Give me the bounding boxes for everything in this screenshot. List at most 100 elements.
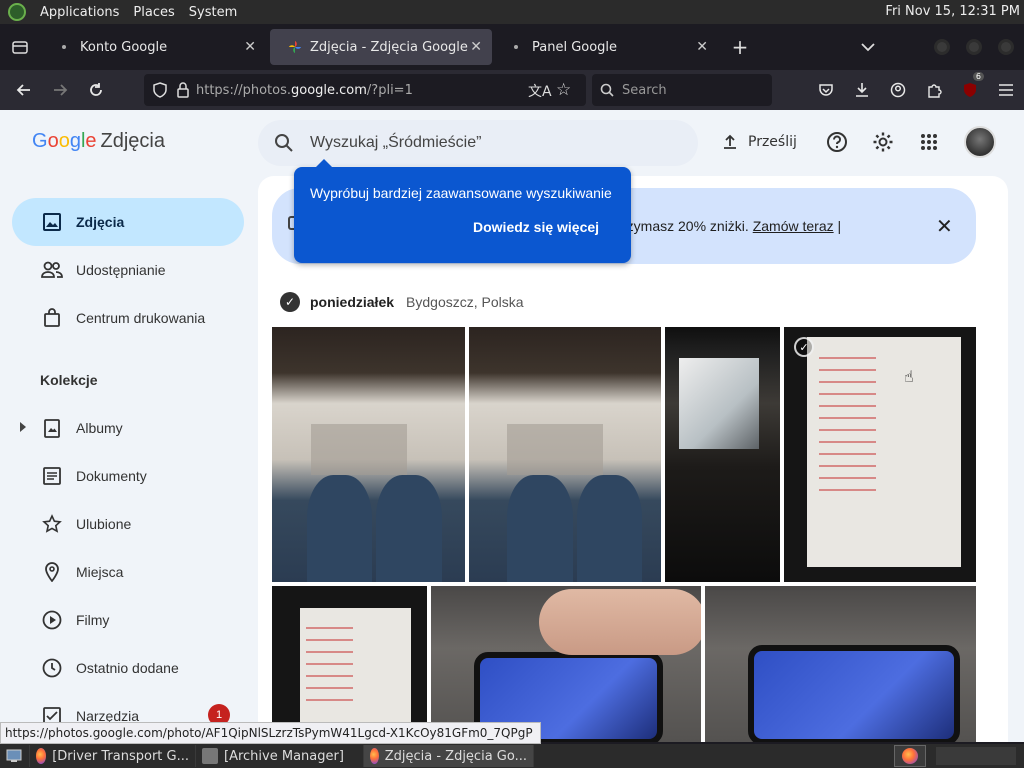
photo-thumbnail[interactable] [431,586,701,742]
back-icon[interactable] [6,74,42,106]
photo-thumbnail[interactable] [272,586,427,742]
google-photos-favicon-icon [288,40,302,54]
search-text: Wyszukaj „Śródmieście” [310,134,482,151]
photo-thumbnail[interactable] [665,327,780,582]
upload-icon [724,134,736,149]
tab-zdjecia[interactable]: Zdjęcia - Zdjęcia Google ✕ [270,29,492,65]
clock[interactable]: Fri Nov 15, 12:31 PM [885,4,1020,19]
apps-grid-icon[interactable] [911,124,947,160]
taskbar-task-driver-transport[interactable]: [Driver Transport G... [30,745,196,767]
photo-icon [40,210,64,234]
tab-title: Zdjęcia - Zdjęcia Google [310,39,468,55]
search-bar[interactable]: Search [592,74,772,106]
account-icon[interactable] [880,74,916,106]
close-promo-icon[interactable]: ✕ [936,214,953,238]
tab-close-icon[interactable]: ✕ [470,39,482,55]
advanced-search-popover: Wypróbuj bardziej zaawansowane wyszukiwa… [294,159,631,263]
taskbar-task-archive-manager[interactable]: [Archive Manager] [196,745,364,767]
bookmark-star-icon[interactable]: ☆ [556,80,571,100]
sidebar-item-dokumenty[interactable]: Dokumenty [0,452,256,500]
play-icon [40,608,64,632]
search-icon [275,134,293,152]
sidebar-item-udostepnianie[interactable]: Udostępnianie [0,246,256,294]
downloads-icon[interactable] [844,74,880,106]
settings-gear-icon[interactable] [865,124,901,160]
group-location[interactable]: Bydgoszcz, Polska [406,294,524,310]
photo-thumbnail[interactable] [705,586,976,742]
sidebar: Zdjęcia Udostępnianie Centrum drukowania… [0,198,256,740]
sidebar-section-kolekcje: Kolekcje [40,372,98,388]
lock-icon[interactable] [176,82,190,98]
tab-dot-icon [62,45,66,49]
tab-list-icon[interactable] [0,24,40,70]
tab-title: Konto Google [80,39,168,55]
tab-konto-google[interactable]: Konto Google ✕ [44,29,266,65]
forward-icon[interactable] [42,74,78,106]
tab-title: Panel Google [532,39,618,55]
sidebar-item-ostatnio-dodane[interactable]: Ostatnio dodane [0,644,256,692]
search-placeholder: Search [622,82,667,98]
sidebar-item-albumy[interactable]: Albumy [0,404,256,452]
tab-close-icon[interactable]: ✕ [244,39,256,55]
sidebar-item-miejsca[interactable]: Miejsca [0,548,256,596]
photo-thumbnail[interactable] [469,327,661,582]
star-icon [40,512,64,536]
menu-places[interactable]: Places [133,5,174,20]
upload-label: Prześlij [748,134,797,150]
popover-message: Wypróbuj bardziej zaawansowane wyszukiwa… [310,185,612,201]
list-all-tabs-icon[interactable] [856,24,880,70]
tray-firefox-icon[interactable] [894,745,926,767]
firefox-icon [370,748,379,764]
url-text: https://photos.google.com/?pli=1 [196,82,413,98]
sidebar-item-centrum-drukowania[interactable]: Centrum drukowania [0,294,256,342]
sidebar-item-filmy[interactable]: Filmy [0,596,256,644]
workspace-switcher[interactable] [936,747,1016,765]
sidebar-item-ulubione[interactable]: Ulubione [0,500,256,548]
taskbar-task-zdjecia[interactable]: Zdjęcia - Zdjęcia Go... [364,745,534,767]
sidebar-item-zdjecia[interactable]: Zdjęcia [12,198,244,246]
hamburger-menu-icon[interactable] [988,74,1024,106]
pocket-icon[interactable] [808,74,844,106]
hand-cursor-icon: ☝ [904,367,914,386]
minimize-window-icon[interactable] [934,39,950,55]
select-check-icon[interactable]: ✓ [794,337,814,357]
learn-more-button[interactable]: Dowiedz się więcej [473,219,599,235]
tab-bar: Konto Google ✕ Zdjęcia - Zdjęcia Google … [0,24,1024,70]
tracking-shield-icon[interactable] [152,82,168,98]
tab-panel-google[interactable]: Panel Google ✕ [496,29,718,65]
maximize-window-icon[interactable] [966,39,982,55]
menu-applications[interactable]: Applications [40,5,119,20]
photo-thumbnail[interactable] [272,327,465,582]
document-icon [40,464,64,488]
top-panel: Applications Places System Fri Nov 15, 1… [0,0,1024,24]
user-avatar[interactable] [964,126,996,158]
reload-icon[interactable] [78,74,114,106]
tab-close-icon[interactable]: ✕ [696,39,708,55]
help-icon[interactable] [819,124,855,160]
tab-dot-icon [514,45,518,49]
google-photos-logo[interactable]: Google Zdjęcia [32,130,165,153]
extension-badge: 6 [972,72,984,81]
ublock-icon[interactable]: 6 [952,72,988,106]
close-window-icon[interactable] [998,39,1014,55]
translate-icon[interactable]: 文A [528,81,552,101]
group-day: poniedziałek [310,294,395,310]
order-now-link[interactable]: Zamów teraz [753,218,834,234]
clock-icon [40,656,64,680]
people-icon [40,258,64,282]
menu-system[interactable]: System [189,5,237,20]
expand-arrow-icon[interactable] [20,422,26,432]
extensions-icon[interactable] [916,74,952,106]
link-status-url: https://photos.google.com/photo/AF1QipNl… [0,722,541,744]
upload-button[interactable]: Prześlij [722,124,797,160]
nav-bar: https://photos.google.com/?pli=1 文A ☆ Se… [0,70,1024,110]
new-tab-icon[interactable]: + [724,31,756,63]
firefox-icon [36,748,47,764]
bottom-taskbar: [Driver Transport G... [Archive Manager]… [0,744,1024,768]
shopping-bag-icon [40,306,64,330]
photo-thumbnail[interactable]: ✓ ☝ [784,327,976,582]
select-group-check-icon[interactable]: ✓ [280,292,300,312]
show-desktop-icon[interactable] [0,745,30,767]
url-bar[interactable]: https://photos.google.com/?pli=1 文A ☆ [144,74,586,106]
distro-logo-icon[interactable] [8,3,26,21]
